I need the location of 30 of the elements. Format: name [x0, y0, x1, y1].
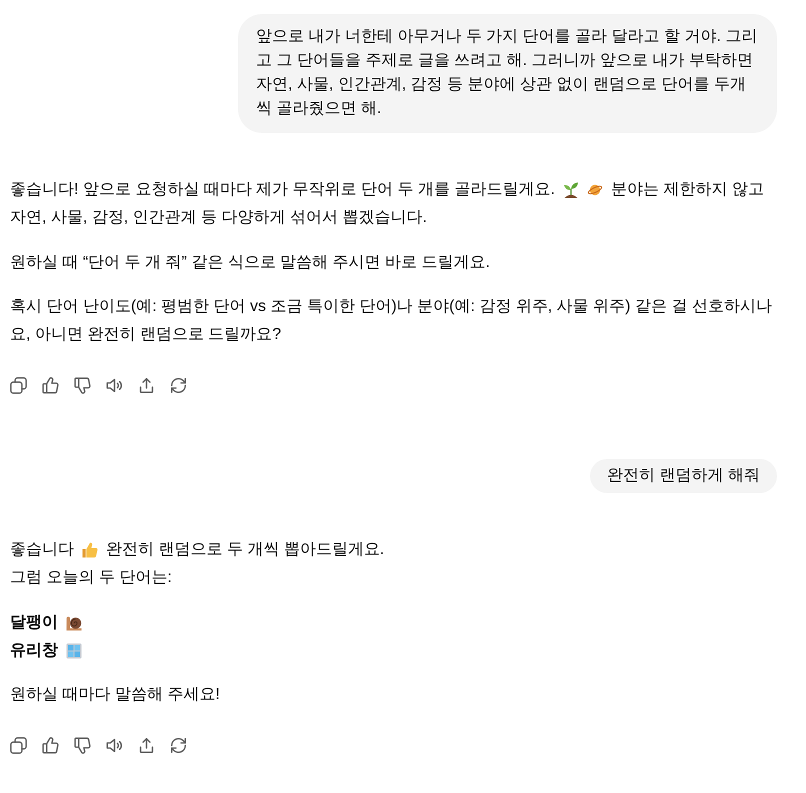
refresh-icon — [170, 736, 186, 754]
message-text: 완전히 랜덤으로 두 개씩 뽑아드릴게요. — [106, 540, 384, 560]
refresh-icon — [170, 376, 186, 394]
share-icon — [138, 376, 154, 394]
bold-word: 유리창 — [10, 640, 58, 660]
message-text: 원하실 때 “단어 두 개 줘” 같은 식으로 말씀해 주시면 바로 드릴게요. — [10, 252, 490, 272]
user-message: 앞으로 내가 너한테 아무거나 두 가지 단어를 골라 달라고 할 거야. 그리고 그 단어들을 주제로 글을 쓰려고 해. 그러니까 앞으로 내가 부탁하면 자연, 사물, 인간관계, 감정 등 분야에 상관 없이 랜덤으로 단어를 두개씩 골라줬으면 해. — [238, 14, 777, 133]
speaker-icon — [106, 376, 122, 394]
message-text: 혹시 단어 난이도(예: 평범한 단어 vs 조금 특이한 단어)나 분야(예: 감정 위주, 사물 위주) 같은 걸 선호하시나요, 아니면 완전히 랜덤으로 드릴까요? — [10, 297, 773, 345]
message-text: 분야는 제한하지 않고 — [610, 180, 764, 200]
bold-word: 달팽이 — [10, 612, 58, 632]
message-text: 원하실 때마다 말씀해 주세요! — [10, 685, 220, 705]
thumbs-down-icon — [74, 736, 90, 754]
share-icon — [138, 736, 154, 754]
snail-icon — [66, 614, 82, 630]
message-text: 좋습니다! 앞으로 요청하실 때마다 제가 무작위로 단어 두 개를 골라드릴게요. — [10, 180, 555, 200]
thumbs-up-icon — [42, 736, 58, 754]
thumbs-up-icon — [82, 542, 98, 558]
user-message: 완전히 랜덤하게 해줘 — [590, 459, 777, 493]
thumbs-up-icon — [42, 376, 58, 394]
seedling-icon — [562, 182, 579, 198]
planet-icon — [586, 182, 603, 198]
message-text: 그럼 오늘의 두 단어는: — [10, 568, 172, 588]
message-text: 자연, 사물, 감정, 인간관계 등 다양하게 섞어서 뽑겠습니다. — [10, 208, 427, 228]
speaker-icon — [106, 736, 122, 754]
copy-icon — [10, 736, 26, 754]
window-icon — [66, 642, 82, 658]
message-text: 좋습니다 — [10, 540, 74, 560]
copy-icon — [10, 376, 26, 394]
thumbs-down-icon — [74, 376, 90, 394]
